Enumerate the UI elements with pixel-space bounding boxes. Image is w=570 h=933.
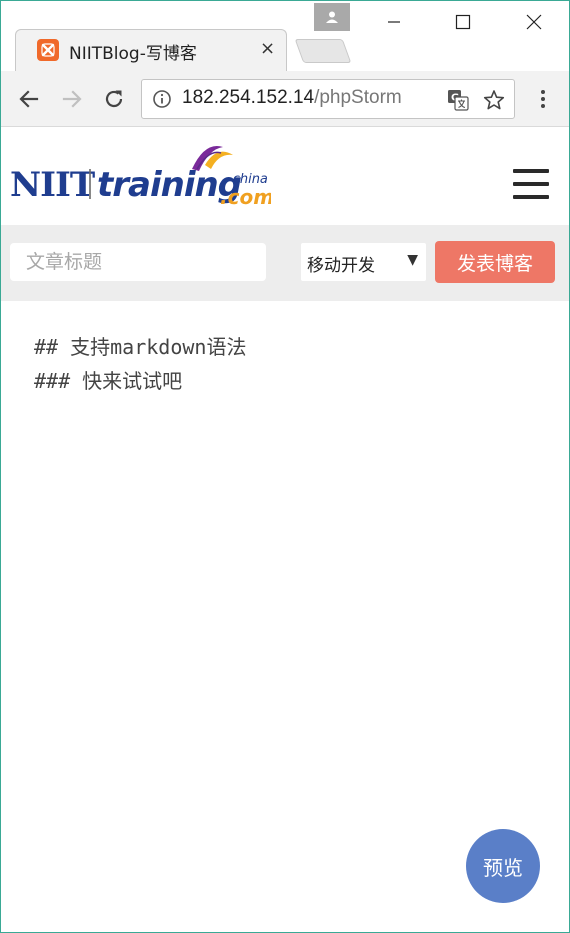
category-select[interactable]: 移动开发 ▼ — [301, 243, 426, 281]
logo-suffix-bottom: .com — [220, 185, 271, 209]
preview-button[interactable]: 预览 — [466, 829, 540, 903]
reload-icon — [105, 90, 123, 108]
hamburger-icon[interactable] — [513, 169, 549, 201]
niit-training-logo: NIIT training -china .com — [10, 145, 274, 209]
chevron-down-icon: ▼ — [407, 252, 418, 268]
site-logo[interactable]: NIIT training -china .com — [9, 139, 274, 219]
back-button[interactable] — [15, 85, 43, 113]
maximize-button[interactable] — [443, 7, 483, 37]
url-path: /phpStorm — [314, 87, 402, 108]
editor-line: ## 支持markdown语法 — [34, 335, 247, 359]
bookmark-button[interactable] — [482, 88, 506, 112]
close-icon — [526, 14, 542, 30]
minimize-button[interactable] — [374, 7, 414, 37]
back-arrow-icon — [19, 90, 39, 108]
xampp-icon — [37, 39, 59, 61]
reload-button[interactable] — [100, 85, 128, 113]
url-host: 182.254.152.14 — [182, 87, 315, 108]
title-bar: NIITBlog-写博客 × — [1, 1, 569, 72]
browser-toolbar: 182.254.152.14/phpStorm G — [1, 71, 569, 127]
logo-brand: NIIT — [10, 165, 95, 205]
new-tab-button[interactable] — [294, 39, 352, 63]
browser-window: NIITBlog-写博客 × 182.254.152.14/phpStorm N… — [0, 0, 570, 933]
close-window-button[interactable] — [514, 7, 554, 37]
kebab-menu-icon — [541, 90, 545, 108]
category-selected-value: 移动开发 — [307, 256, 375, 276]
compose-form-bar: 移动开发 ▼ 发表博客 — [1, 225, 569, 301]
browser-menu-button[interactable] — [529, 85, 557, 113]
tab-title: NIITBlog-写博客 — [69, 44, 197, 64]
page-content: NIIT training -china .com 文章标题 移动开发 ▼ 发表… — [1, 127, 569, 932]
tab-close-button[interactable]: × — [260, 38, 275, 59]
minimize-icon — [388, 21, 400, 23]
star-icon — [483, 90, 505, 110]
translate-icon: G — [448, 90, 469, 111]
article-title-input[interactable] — [10, 243, 266, 281]
address-bar[interactable]: 182.254.152.14/phpStorm G — [141, 79, 515, 119]
browser-tab[interactable]: NIITBlog-写博客 × — [15, 29, 287, 72]
forward-arrow-icon — [62, 90, 82, 108]
profile-button[interactable] — [314, 3, 350, 31]
maximize-icon — [455, 14, 471, 30]
forward-button[interactable] — [58, 85, 86, 113]
translate-button[interactable]: G — [446, 88, 470, 112]
profile-icon — [326, 11, 338, 23]
url-text[interactable]: 182.254.152.14/phpStorm — [182, 87, 435, 109]
site-header: NIIT training -china .com — [1, 127, 569, 225]
editor-line: ### 快来试试吧 — [34, 369, 183, 393]
info-icon[interactable] — [152, 89, 172, 109]
publish-blog-button[interactable]: 发表博客 — [435, 241, 555, 283]
